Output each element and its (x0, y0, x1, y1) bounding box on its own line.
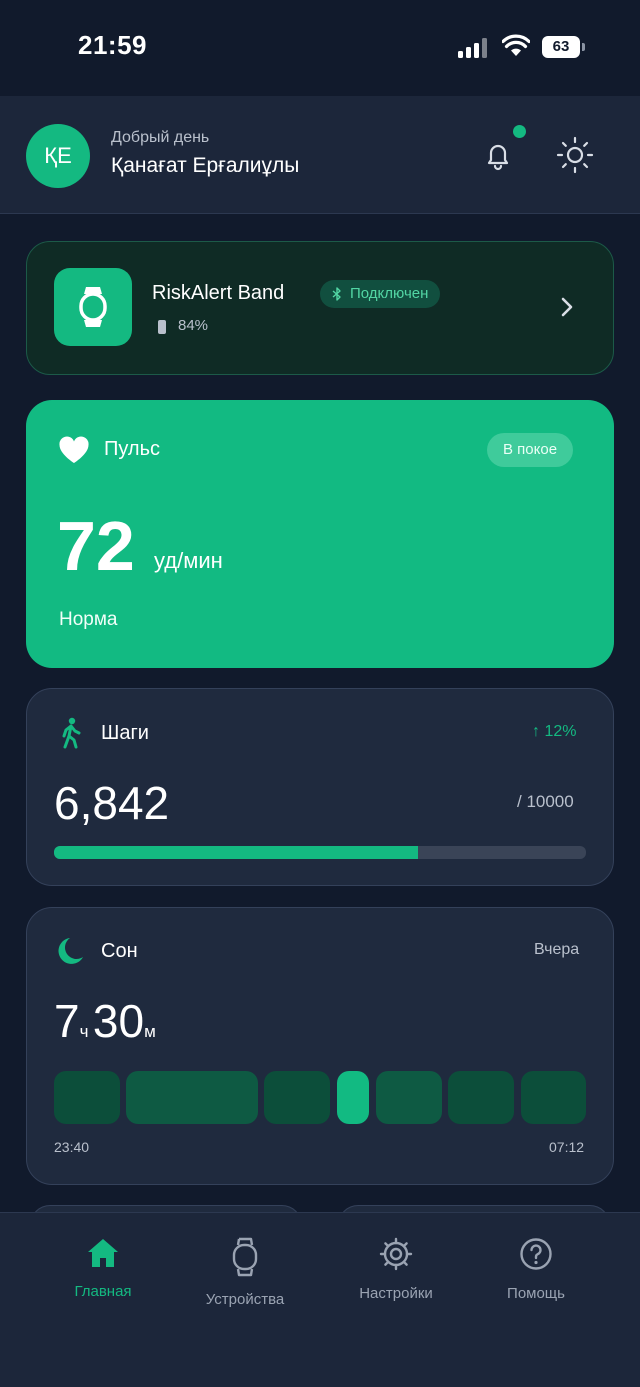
nav-label-help: Помощь (507, 1285, 565, 1302)
notification-dot (513, 125, 526, 138)
gear-icon (379, 1237, 413, 1271)
greeting-text: Добрый день (111, 129, 210, 146)
sleep-title: Сон (101, 940, 138, 962)
device-card[interactable]: RiskAlert Band Подключен 84% (26, 241, 614, 375)
bluetooth-icon (332, 287, 341, 301)
watch-icon (232, 1237, 258, 1277)
pulse-unit: уд/мин (154, 548, 223, 573)
device-battery-level: 84% (178, 317, 209, 334)
connection-status-badge: Подключен (320, 280, 441, 308)
watch-icon (79, 287, 107, 327)
user-name: Қанағат Ерғалиұлы (111, 154, 300, 177)
sleep-stage-bar (264, 1071, 330, 1124)
sleep-stage-bar (521, 1071, 586, 1124)
sleep-minutes-unit: м (144, 1022, 156, 1041)
cellular-signal-icon (458, 38, 488, 58)
nav-label-devices: Устройства (205, 1291, 285, 1308)
help-icon (520, 1238, 552, 1270)
pulse-card[interactable]: Пульс В покое 72 уд/мин Норма (26, 400, 614, 668)
sleep-stages-chart (54, 1071, 586, 1124)
avatar[interactable]: ҚЕ (26, 124, 90, 188)
connection-status-text: Подключен (350, 285, 429, 302)
device-icon-box (54, 268, 132, 346)
sleep-stage-bar (54, 1071, 120, 1124)
nav-label-home: Главная (74, 1283, 132, 1300)
sleep-stage-bar (337, 1071, 369, 1124)
notifications-bell-icon[interactable] (478, 136, 518, 176)
sleep-minutes: 30 (92, 995, 145, 1047)
device-name: RiskAlert Band (152, 282, 285, 304)
chevron-right-icon[interactable] (555, 294, 579, 320)
steps-title: Шаги (101, 722, 149, 744)
nav-item-help[interactable]: Помощь (461, 1237, 611, 1317)
sleep-date: Вчера (534, 941, 580, 958)
walk-icon (62, 717, 81, 749)
sleep-end-time: 07:12 (549, 1139, 585, 1155)
battery-indicator: 63 (542, 36, 580, 58)
heart-icon (59, 436, 89, 463)
sleep-card[interactable]: Сон Вчера 7ч 30м 23:40 07:12 (26, 907, 614, 1185)
pulse-title: Пульс (104, 438, 161, 460)
pulse-status: Норма (59, 609, 118, 630)
steps-card[interactable]: Шаги ↑ 12% 6,842 / 10000 (26, 688, 614, 886)
sleep-stage-bar (448, 1071, 514, 1124)
bottom-navigation: Главная Устройства Настройки Помощь (0, 1212, 640, 1387)
steps-value: 6,842 (54, 777, 170, 829)
battery-tip (582, 43, 585, 51)
nav-item-home[interactable]: Главная (28, 1237, 178, 1317)
sleep-stage-bar (126, 1071, 258, 1124)
status-bar: 21:59 63 (0, 0, 640, 96)
sleep-stage-bar (376, 1071, 442, 1124)
sleep-hours-unit: ч (79, 1022, 89, 1041)
pulse-state-badge: В покое (487, 433, 574, 467)
steps-progress-bar (54, 846, 586, 859)
steps-goal: / 10000 (517, 792, 574, 811)
sleep-start-time: 23:40 (54, 1139, 90, 1155)
device-battery-icon (158, 320, 166, 334)
sleep-duration: 7ч 30м (54, 994, 156, 1048)
status-time: 21:59 (78, 30, 147, 60)
nav-label-settings: Настройки (359, 1285, 433, 1302)
moon-icon (58, 938, 83, 964)
nav-item-devices[interactable]: Устройства (170, 1237, 320, 1317)
app-header: ҚЕ Добрый день Қанағат Ерғалиұлы (0, 96, 640, 214)
steps-progress-fill (54, 846, 418, 859)
sleep-hours: 7 (54, 995, 80, 1047)
theme-toggle-sun-icon[interactable] (554, 134, 596, 176)
home-icon (88, 1239, 118, 1267)
nav-item-settings[interactable]: Настройки (321, 1237, 471, 1317)
steps-change: ↑ 12% (532, 723, 577, 740)
pulse-value: 72 (57, 507, 135, 585)
wifi-icon (502, 34, 530, 56)
